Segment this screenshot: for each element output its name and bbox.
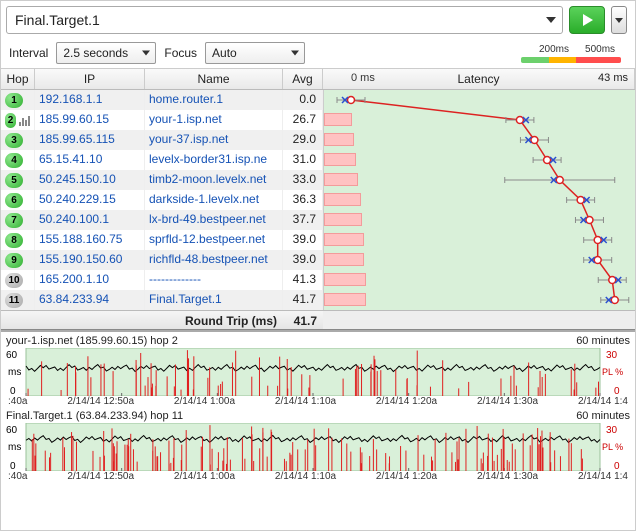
interval-dropdown[interactable]: 2.5 seconds — [56, 42, 156, 64]
svg-text:0: 0 — [10, 386, 16, 396]
interval-value: 2.5 seconds — [63, 46, 128, 60]
focus-value: Auto — [212, 46, 237, 60]
tick-label: 2/14/14 1:00a — [174, 396, 235, 407]
tick-label: 2/14/14 1:10a — [275, 396, 336, 407]
svg-text:ms: ms — [8, 442, 21, 453]
history-range: 60 minutes — [576, 410, 630, 422]
svg-text:60: 60 — [6, 425, 18, 436]
svg-text:PL %: PL % — [602, 367, 623, 377]
history-chart[interactable]: Final.Target.1 (63.84.233.94) hop 11 60 m… — [4, 409, 632, 482]
table-body: 1192.168.1.1home.router.10.02185.99.60.1… — [1, 90, 635, 310]
tick-label: 2/14/14 1:10a — [275, 471, 336, 482]
start-options-button[interactable] — [611, 6, 627, 34]
scale-tick: 200ms — [539, 44, 569, 55]
col-latency[interactable]: Latency 0 ms 43 ms — [323, 69, 635, 89]
history-plot: 60 ms 0 30 PL % 0 — [4, 348, 624, 396]
history-ticks: :40a 2/14/14 12:50a 2/14/14 1:00a 2/14/14 1… — [4, 396, 632, 407]
svg-text:30: 30 — [606, 350, 618, 361]
svg-text:0: 0 — [10, 461, 16, 471]
history-title: your-1.isp.net (185.99.60.15) hop 2 — [6, 335, 178, 347]
tick-label: 2/14/14 12:50a — [67, 396, 134, 407]
col-avg[interactable]: Avg — [283, 69, 323, 89]
scale-bar-icon — [521, 57, 621, 63]
table-header: Hop IP Name Avg Latency 0 ms 43 ms — [1, 68, 635, 90]
scale-tick: 500ms — [585, 44, 615, 55]
chevron-down-icon — [142, 51, 150, 56]
focus-label: Focus — [164, 46, 197, 60]
target-value: Final.Target.1 — [15, 12, 100, 28]
col-hop[interactable]: Hop — [1, 69, 35, 89]
col-name[interactable]: Name — [145, 69, 283, 89]
lat-max: 43 ms — [598, 72, 628, 84]
tick-label: :40a — [8, 471, 27, 482]
footer-value: 41.7 — [283, 311, 323, 329]
lat-min: 0 ms — [351, 72, 375, 84]
table-footer: Round Trip (ms) 41.7 — [1, 310, 635, 330]
history-chart[interactable]: your-1.isp.net (185.99.60.15) hop 2 60 mi… — [4, 334, 632, 407]
play-icon — [580, 13, 594, 27]
chevron-down-icon — [546, 17, 556, 23]
tick-label: 2/14/14 1:30a — [477, 471, 538, 482]
svg-text:30: 30 — [606, 425, 618, 436]
options-bar: Interval 2.5 seconds Focus Auto 200ms 50… — [1, 38, 635, 68]
svg-text:PL %: PL % — [602, 442, 623, 452]
tick-label: 2/14/14 1:00a — [174, 471, 235, 482]
latency-chart — [1, 90, 635, 310]
tick-label: 2/14/14 1:4 — [578, 396, 628, 407]
interval-label: Interval — [9, 46, 48, 60]
tick-label: :40a — [8, 396, 27, 407]
svg-text:0: 0 — [614, 386, 620, 396]
history-panel: your-1.isp.net (185.99.60.15) hop 2 60 mi… — [1, 330, 635, 486]
tick-label: 2/14/14 1:20a — [376, 396, 437, 407]
svg-text:ms: ms — [8, 367, 21, 378]
start-button[interactable] — [569, 6, 605, 34]
tick-label: 2/14/14 1:20a — [376, 471, 437, 482]
history-title: Final.Target.1 (63.84.233.94) hop 11 — [6, 410, 183, 422]
col-latency-label: Latency — [457, 72, 499, 86]
svg-text:60: 60 — [6, 350, 18, 361]
tick-label: 2/14/14 1:30a — [477, 396, 538, 407]
latency-scale: 200ms 500ms — [521, 44, 621, 63]
tick-label: 2/14/14 1:4 — [578, 471, 628, 482]
svg-text:0: 0 — [614, 461, 620, 471]
focus-dropdown[interactable]: Auto — [205, 42, 305, 64]
col-ip[interactable]: IP — [35, 69, 145, 89]
tick-label: 2/14/14 12:50a — [67, 471, 134, 482]
chevron-down-icon — [615, 18, 623, 23]
target-bar: Final.Target.1 — [1, 1, 635, 38]
app-window: Final.Target.1 Interval 2.5 seconds Focu… — [0, 0, 636, 531]
history-range: 60 minutes — [576, 335, 630, 347]
footer-label: Round Trip (ms) — [1, 311, 283, 329]
chevron-down-icon — [291, 51, 299, 56]
target-input[interactable]: Final.Target.1 — [6, 6, 563, 34]
history-plot: 60 ms 0 30 PL % 0 — [4, 423, 624, 471]
history-ticks: :40a 2/14/14 12:50a 2/14/14 1:00a 2/14/14 1… — [4, 471, 632, 482]
